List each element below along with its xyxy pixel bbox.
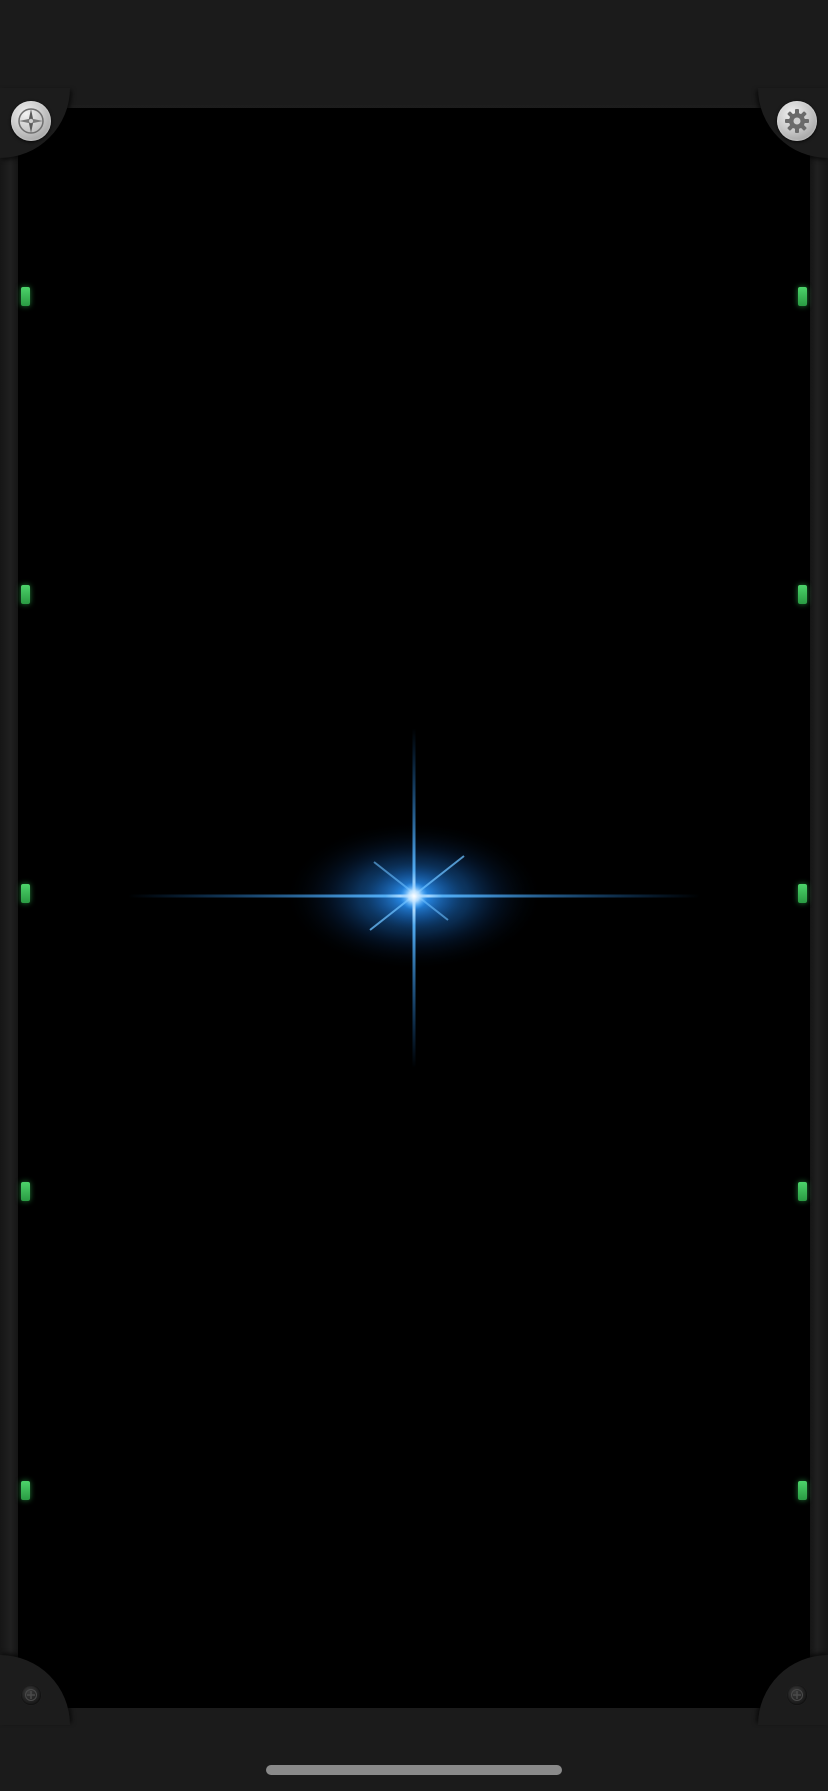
left-rail [0, 108, 18, 1708]
led-marker-right-1 [798, 287, 807, 306]
led-marker-left-3 [21, 884, 30, 903]
led-marker-right-5 [798, 1481, 807, 1500]
settings-button[interactable] [777, 101, 817, 141]
led-marker-left-1 [21, 287, 30, 306]
led-marker-right-3 [798, 884, 807, 903]
bottom-bezel [0, 1708, 828, 1791]
led-marker-right-2 [798, 585, 807, 604]
led-marker-right-4 [798, 1182, 807, 1201]
screw-icon [787, 1685, 807, 1705]
right-rail [810, 108, 828, 1708]
led-marker-left-4 [21, 1182, 30, 1201]
compass-button[interactable] [11, 101, 51, 141]
screw-icon [21, 1685, 41, 1705]
top-bezel [0, 0, 828, 105]
led-marker-left-2 [21, 585, 30, 604]
gear-icon [785, 109, 809, 133]
play-area[interactable] [18, 108, 810, 1708]
compass-icon [18, 108, 44, 134]
led-marker-left-5 [21, 1481, 30, 1500]
home-indicator[interactable] [266, 1765, 562, 1775]
